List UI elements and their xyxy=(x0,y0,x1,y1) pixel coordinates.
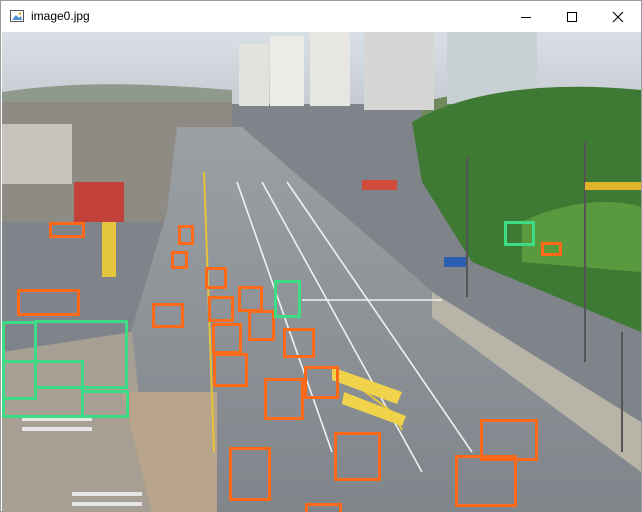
detection-box-car xyxy=(334,432,381,481)
detection-box-car xyxy=(229,447,271,501)
detection-box-truck xyxy=(2,360,84,418)
close-button[interactable] xyxy=(595,1,641,32)
detection-box-car xyxy=(264,378,304,420)
detection-box-truck xyxy=(81,390,129,418)
maximize-icon xyxy=(567,11,577,22)
minimize-icon xyxy=(521,16,531,18)
detection-box-car xyxy=(152,303,184,328)
close-icon xyxy=(612,11,624,22)
detection-box-car xyxy=(213,353,248,387)
detection-box-car xyxy=(49,222,85,238)
detection-box-car xyxy=(208,296,234,322)
detection-box-car xyxy=(17,289,80,316)
detection-box-car xyxy=(283,328,315,358)
image-app-icon xyxy=(10,10,24,22)
image-canvas xyxy=(2,32,641,512)
detection-box-car xyxy=(178,225,194,245)
detection-box-truck xyxy=(504,221,535,246)
detection-box-car xyxy=(238,286,263,312)
minimize-button[interactable] xyxy=(503,1,549,32)
detection-box-car xyxy=(455,455,517,507)
maximize-button[interactable] xyxy=(549,1,595,32)
title-bar[interactable]: image0.jpg xyxy=(1,1,641,32)
window-title: image0.jpg xyxy=(31,9,90,23)
detection-box-car xyxy=(212,323,242,354)
detection-box-car xyxy=(171,251,188,269)
detection-box-car xyxy=(205,267,227,289)
detection-box-car xyxy=(248,310,275,341)
detection-box-car xyxy=(541,242,562,256)
image-viewer-window: image0.jpg xyxy=(0,0,642,512)
detection-box-car xyxy=(304,366,339,399)
detection-box-car xyxy=(305,503,342,512)
detection-box-truck xyxy=(274,280,301,318)
traffic-camera-photo xyxy=(2,32,641,512)
